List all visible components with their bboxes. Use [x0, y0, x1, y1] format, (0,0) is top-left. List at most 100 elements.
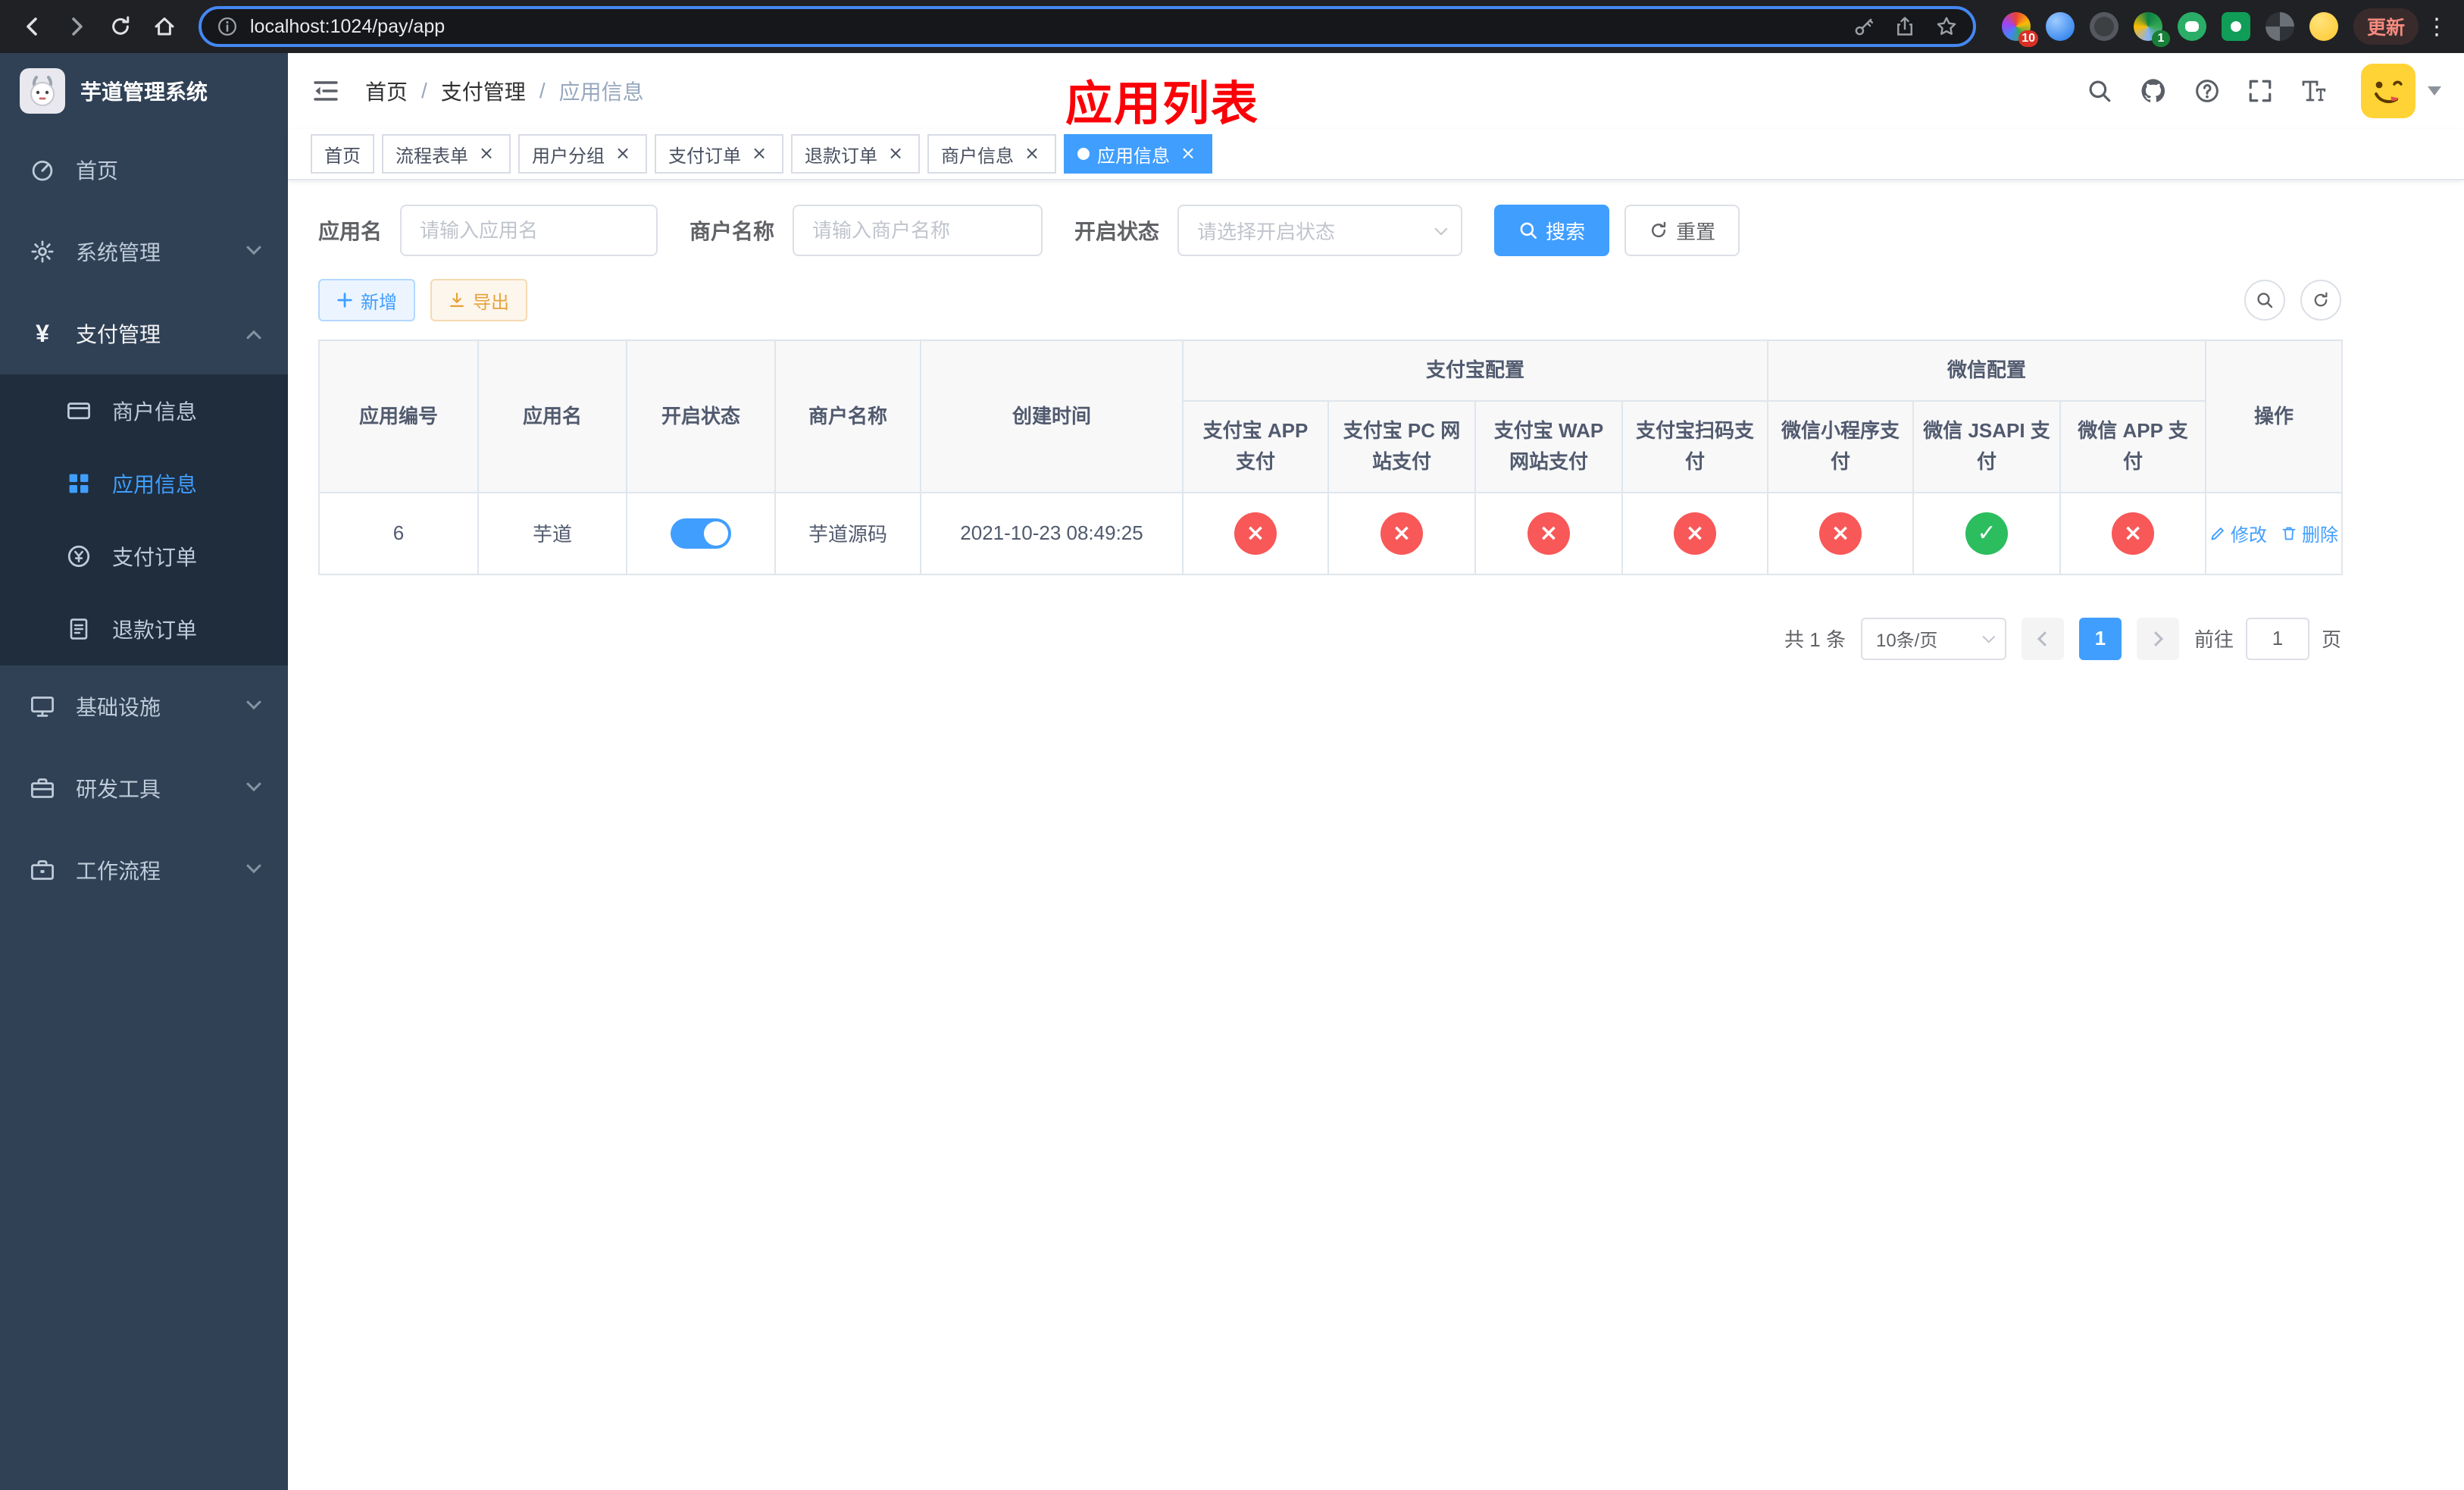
user-menu[interactable] [2361, 64, 2441, 118]
close-icon[interactable] [612, 143, 633, 164]
extension-wechat-icon[interactable] [2177, 12, 2206, 41]
breadcrumb-separator: / [421, 79, 427, 102]
page-size-value: 10条/页 [1875, 631, 1938, 652]
breadcrumb-current: 应用信息 [558, 80, 644, 104]
tab-process-form[interactable]: 流程表单 [382, 134, 511, 174]
bookmark-star-icon[interactable] [1935, 15, 1958, 38]
browser-update-button[interactable]: 更新 [2353, 8, 2419, 45]
export-button-label: 导出 [473, 292, 509, 313]
search-button[interactable]: 搜索 [1494, 205, 1610, 256]
site-info-icon[interactable] [217, 16, 238, 37]
github-icon[interactable] [2140, 77, 2167, 105]
extension-pinwheel-icon[interactable] [2265, 12, 2294, 41]
top-navbar: 首页 / 支付管理 / 应用信息 应用列表 [288, 53, 2464, 130]
extension-square-icon[interactable] [2221, 12, 2250, 41]
font-size-icon[interactable] [2300, 77, 2328, 105]
tab-user-group[interactable]: 用户分组 [518, 134, 647, 174]
extension-dark-icon[interactable] [2089, 12, 2118, 41]
reset-button[interactable]: 重置 [1624, 205, 1740, 256]
col-alipay-app: 支付宝 APP 支付 [1182, 399, 1329, 493]
sidebar-item-home[interactable]: 首页 [0, 129, 288, 211]
sidebar-item-refund-order[interactable]: 退款订单 [0, 593, 288, 665]
goto-page-input[interactable] [2245, 617, 2309, 660]
toggle-search-icon[interactable] [2244, 280, 2285, 321]
col-alipay-pc: 支付宝 PC 网站支付 [1327, 399, 1476, 493]
col-group-wechat: 微信配置 [1767, 340, 2207, 402]
browser-menu-icon[interactable]: ⋮ [2422, 14, 2452, 40]
sidebar-item-pay-order[interactable]: 支付订单 [0, 520, 288, 593]
sidebar-item-workflow[interactable]: 工作流程 [0, 829, 288, 911]
browser-home-icon[interactable] [144, 6, 185, 47]
breadcrumb-home[interactable]: 首页 [365, 76, 408, 106]
fullscreen-icon[interactable] [2247, 78, 2273, 104]
page-size-select[interactable]: 10条/页 [1860, 617, 2006, 660]
chevron-right-icon [2148, 631, 2164, 646]
share-icon[interactable] [1894, 16, 1915, 37]
prev-page-button[interactable] [2021, 617, 2064, 660]
close-icon[interactable] [476, 143, 497, 164]
status-select[interactable]: 请选择开启状态 [1177, 205, 1463, 256]
alipay-qr-status-icon [1674, 512, 1716, 555]
tab-label: 流程表单 [396, 146, 468, 167]
delete-link[interactable]: 删除 [2281, 520, 2338, 546]
payment-submenu: 商户信息 应用信息 支付订单 退款订单 [0, 374, 288, 665]
sidebar-item-merchant-info[interactable]: 商户信息 [0, 374, 288, 447]
extension-emoji-icon[interactable] [2309, 12, 2338, 41]
sidebar-item-dev-tools[interactable]: 研发工具 [0, 747, 288, 829]
avatar [2361, 64, 2416, 118]
gear-icon [29, 238, 56, 265]
browser-reload-icon[interactable] [100, 6, 141, 47]
sidebar-item-system[interactable]: 系统管理 [0, 211, 288, 293]
col-group-alipay: 支付宝配置 [1181, 340, 1769, 402]
next-page-button[interactable] [2136, 617, 2179, 660]
password-key-icon[interactable] [1853, 16, 1875, 37]
status-select-placeholder: 请选择开启状态 [1197, 220, 1336, 243]
browser-back-icon[interactable] [12, 6, 53, 47]
status-label: 开启状态 [1074, 220, 1160, 243]
search-icon[interactable] [2087, 78, 2112, 104]
sidebar-item-infrastructure[interactable]: 基础设施 [0, 665, 288, 747]
tab-refund-order[interactable]: 退款订单 [791, 134, 920, 174]
sidebar-item-label: 应用信息 [112, 473, 198, 496]
extension-puzzle-icon[interactable]: 10 [2001, 12, 2038, 47]
close-icon[interactable] [885, 143, 906, 164]
close-icon[interactable] [1021, 143, 1043, 164]
tab-app-info[interactable]: 应用信息 [1064, 134, 1212, 174]
chevron-up-icon [246, 330, 261, 346]
browser-forward-icon[interactable] [56, 6, 97, 47]
app-frame: 芋道管理系统 首页 系统管理 ¥ 支付管理 商户信息 应用信息 支付订单 退款订… [0, 53, 2464, 1490]
chevron-down-icon [2428, 86, 2441, 95]
edit-link[interactable]: 修改 [2209, 520, 2267, 546]
wechat-lite-status-icon [1819, 512, 1862, 555]
tab-label: 商户信息 [941, 146, 1014, 167]
tab-home[interactable]: 首页 [311, 134, 374, 174]
col-app-id: 应用编号 [318, 339, 479, 493]
close-icon[interactable] [749, 143, 770, 164]
sidebar-item-app-info[interactable]: 应用信息 [0, 447, 288, 520]
sidebar-collapse-icon[interactable] [311, 76, 341, 106]
page-number-button[interactable]: 1 [2078, 617, 2122, 660]
sidebar-item-payment[interactable]: ¥ 支付管理 [0, 293, 288, 374]
annotation-title: 应用列表 [1065, 78, 1260, 130]
status-toggle[interactable] [671, 518, 731, 549]
tab-pay-order[interactable]: 支付订单 [655, 134, 783, 174]
extension-profile-icon[interactable]: 1 [2133, 12, 2170, 47]
help-icon[interactable] [2194, 78, 2220, 104]
sidebar-item-label: 基础设施 [76, 696, 161, 719]
chevron-down-icon [246, 858, 261, 874]
extension-drop-icon[interactable] [2045, 12, 2075, 41]
refresh-table-icon[interactable] [2300, 280, 2341, 321]
sidebar-item-label: 工作流程 [76, 859, 161, 883]
grid-icon [65, 470, 92, 497]
chevron-down-icon [246, 239, 261, 255]
app-name-input[interactable] [400, 205, 658, 256]
tab-merchant-info[interactable]: 商户信息 [927, 134, 1056, 174]
address-bar[interactable]: localhost:1024/pay/app [199, 6, 1976, 47]
browser-toolbar: localhost:1024/pay/app 10 1 更新 ⋮ [0, 0, 2464, 53]
close-icon[interactable] [1177, 143, 1199, 164]
breadcrumb-payment[interactable]: 支付管理 [441, 76, 526, 106]
sidebar-logo-row[interactable]: 芋道管理系统 [0, 53, 288, 129]
add-button[interactable]: 新增 [318, 279, 415, 321]
export-button[interactable]: 导出 [430, 279, 527, 321]
merchant-name-input[interactable] [793, 205, 1043, 256]
